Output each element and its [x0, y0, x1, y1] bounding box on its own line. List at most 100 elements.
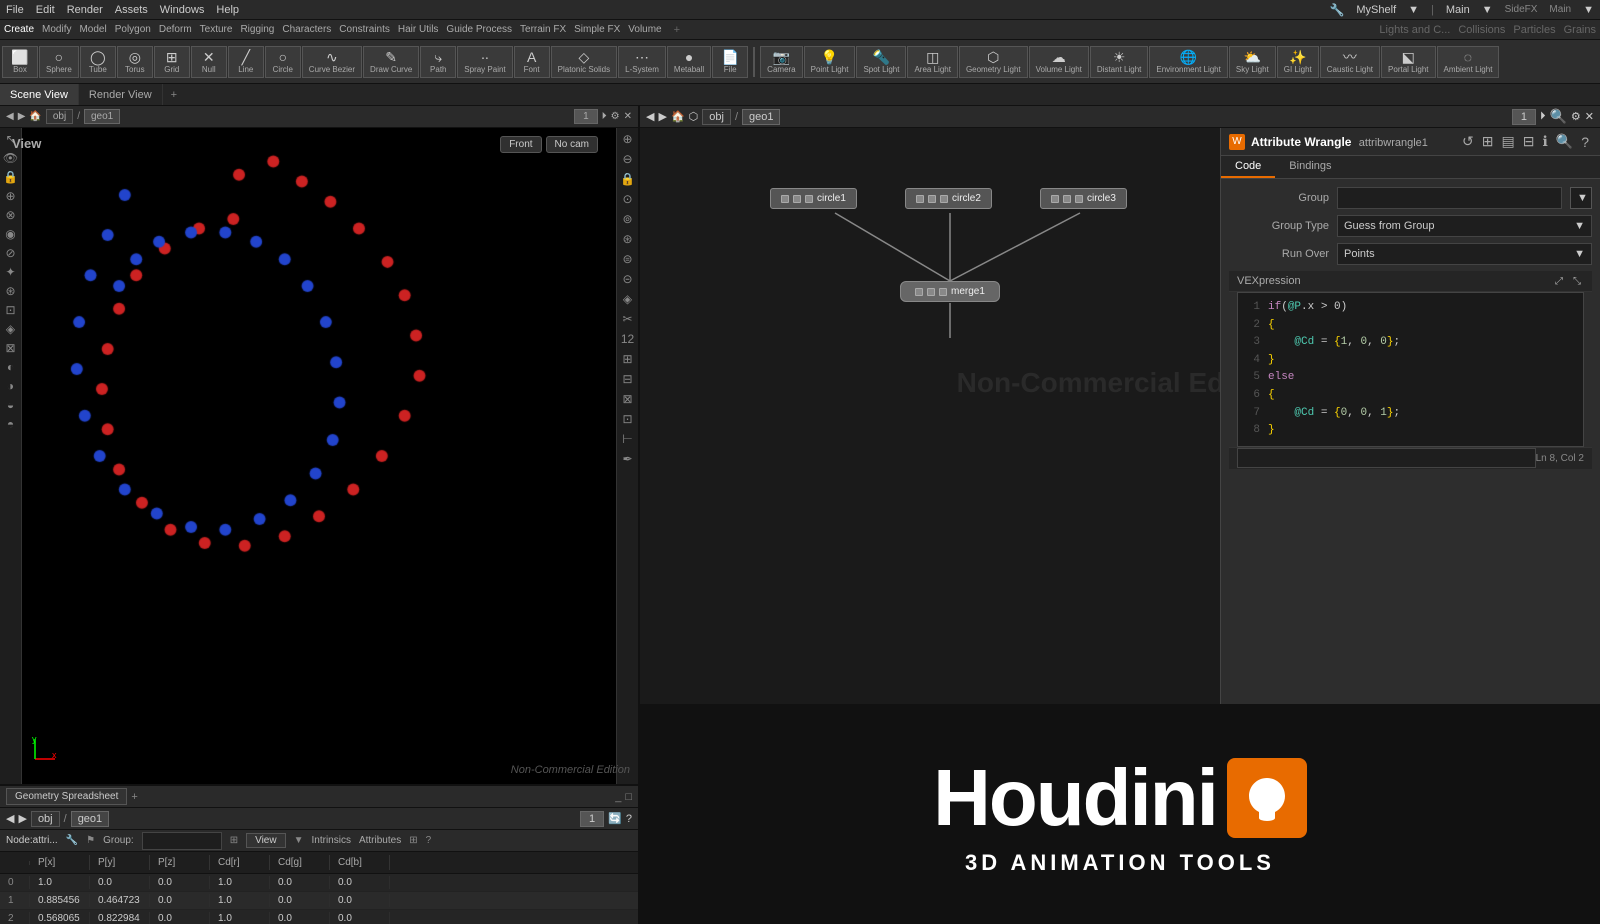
ae-tool-cols[interactable]: ▤	[1498, 133, 1517, 150]
tool-camera[interactable]: 📷Camera	[760, 46, 802, 78]
menu-assets[interactable]: Assets	[115, 4, 148, 16]
group-filter[interactable]: ⊞	[230, 835, 238, 846]
col-cg[interactable]: Cd[g]	[270, 855, 330, 870]
vp-right-t16[interactable]: ⊢	[618, 430, 638, 448]
tool-distant-light[interactable]: ☀Distant Light	[1090, 46, 1148, 78]
shelf-tab-deform[interactable]: Deform	[159, 24, 192, 35]
group-dropdown-btn[interactable]: ▼	[1570, 187, 1592, 209]
node-flag[interactable]: ⚑	[86, 835, 95, 846]
intrinsics-btn[interactable]: Intrinsics	[312, 835, 351, 846]
vp-close-btn[interactable]: ✕	[624, 111, 632, 122]
spread-min-btn[interactable]: _	[615, 791, 621, 803]
ae-tool-reset[interactable]: ↺	[1459, 133, 1477, 150]
vex-status-input[interactable]	[1237, 448, 1536, 468]
attr-help[interactable]: ?	[426, 835, 432, 846]
tool-path[interactable]: ⤷Path	[420, 46, 456, 78]
vp-right-t2[interactable]: ⊖	[618, 150, 638, 168]
spread-help[interactable]: ?	[626, 813, 632, 825]
tool-caustic-light[interactable]: 〰Caustic Light	[1320, 46, 1380, 78]
menu-windows[interactable]: Windows	[160, 4, 205, 16]
tab-scene-view[interactable]: Scene View	[0, 84, 79, 105]
group-input[interactable]	[142, 832, 222, 850]
ae-tool-help[interactable]: ?	[1578, 134, 1592, 150]
shelf-tab-model[interactable]: Model	[79, 24, 106, 35]
attr-tab-bindings[interactable]: Bindings	[1275, 156, 1345, 178]
vp-right-t8[interactable]: ⊝	[618, 270, 638, 288]
vp-forward-btn[interactable]: ▶	[18, 111, 26, 122]
ne-back[interactable]: ◀	[646, 110, 654, 123]
vp-play-btn[interactable]: ⏵	[602, 111, 607, 122]
tool-spot-light[interactable]: 🔦Spot Light	[856, 46, 906, 78]
tab-render-view[interactable]: Render View	[79, 84, 163, 105]
tool-line[interactable]: ╱Line	[228, 46, 264, 78]
vp-right-t13[interactable]: ⊟	[618, 370, 638, 388]
tool-tube[interactable]: ◯Tube	[80, 46, 116, 78]
node-circle3[interactable]: circle3	[1040, 188, 1127, 209]
spreadsheet-tab[interactable]: Geometry Spreadsheet	[6, 788, 127, 805]
vp-home-btn[interactable]: 🏠	[29, 111, 41, 122]
group-type-field[interactable]: Guess from Group ▼	[1337, 215, 1592, 237]
tool-area-light[interactable]: ◫Area Light	[907, 46, 957, 78]
vp-right-t11[interactable]: 12	[618, 330, 638, 348]
shelf-tab-rigging[interactable]: Rigging	[240, 24, 274, 35]
vp-tool-r9[interactable]: ⊠	[1, 339, 21, 357]
group-field[interactable]	[1337, 187, 1562, 209]
vp-right-t9[interactable]: ◈	[618, 290, 638, 308]
tool-portal-light[interactable]: ⬕Portal Light	[1381, 46, 1435, 78]
vp-tool-view[interactable]: 👁	[1, 149, 21, 167]
shelf-tab-guide[interactable]: Guide Process	[446, 24, 512, 35]
tool-sky-light[interactable]: ⛅Sky Light	[1229, 46, 1276, 78]
shelf-tab-characters[interactable]: Characters	[282, 24, 331, 35]
ne-close[interactable]: ✕	[1585, 110, 1594, 123]
vp-tool-r11[interactable]: ◑	[1, 377, 21, 395]
tab-add-button[interactable]: +	[163, 84, 185, 105]
tool-torus[interactable]: ◎Torus	[117, 46, 153, 78]
shelf-tab-texture[interactable]: Texture	[200, 24, 233, 35]
ne-options[interactable]: ⚙	[1571, 110, 1581, 123]
ae-tool-search[interactable]: 🔍	[1553, 133, 1576, 150]
shelf-tab-create[interactable]: Create	[4, 24, 34, 35]
vp-right-t6[interactable]: ⊛	[618, 230, 638, 248]
vp-right-t4[interactable]: ⊙	[618, 190, 638, 208]
shelf-tab-terrain[interactable]: Terrain FX	[520, 24, 566, 35]
tool-platonic[interactable]: ◇Platonic Solids	[551, 46, 617, 78]
vp-tool-r4[interactable]: ⊘	[1, 244, 21, 262]
vp-tool-r13[interactable]: ◓	[1, 415, 21, 433]
tool-font[interactable]: AFont	[514, 46, 550, 78]
vp-right-t1[interactable]: ⊕	[618, 130, 638, 148]
node-circle2[interactable]: circle2	[905, 188, 992, 209]
tool-circle[interactable]: ○Circle	[265, 46, 301, 78]
vp-tool-r7[interactable]: ⊡	[1, 301, 21, 319]
tool-ambient-light[interactable]: ◌Ambient Light	[1437, 46, 1500, 78]
tool-sphere[interactable]: ○Sphere	[39, 46, 79, 78]
col-pz[interactable]: P[z]	[150, 855, 210, 870]
spread-geo1[interactable]: geo1	[71, 811, 109, 827]
vp-tool-r6[interactable]: ⊛	[1, 282, 21, 300]
menu-render[interactable]: Render	[67, 4, 103, 16]
shelf-tab-simplefx[interactable]: Simple FX	[574, 24, 620, 35]
vex-expand-btn[interactable]: ⤢	[1552, 276, 1566, 287]
menu-file[interactable]: File	[6, 4, 24, 16]
tool-volume-light[interactable]: ☁Volume Light	[1029, 46, 1089, 78]
ne-geo1[interactable]: geo1	[742, 109, 780, 125]
col-cb[interactable]: Cd[b]	[330, 855, 390, 870]
vp-tool-r1[interactable]: ⊕	[1, 187, 21, 205]
tool-lsystem[interactable]: ⋯L-System	[618, 46, 666, 78]
ne-play[interactable]: ⏵	[1540, 110, 1546, 123]
vp-tool-r12[interactable]: ◒	[1, 396, 21, 414]
col-cr[interactable]: Cd[r]	[210, 855, 270, 870]
tool-box[interactable]: ⬜Box	[2, 46, 38, 78]
vp-right-t10[interactable]: ✂	[618, 310, 638, 328]
ae-tool-layout[interactable]: ⊞	[1479, 133, 1497, 150]
menu-help[interactable]: Help	[216, 4, 239, 16]
vex-code-editor[interactable]: 1 if(@P.x > 0) 2 { 3 @Cd = {1, 0, 0};	[1237, 292, 1584, 447]
ae-tool-info[interactable]: ℹ	[1539, 133, 1550, 150]
menu-edit[interactable]: Edit	[36, 4, 55, 16]
tool-spray[interactable]: ∙∙Spray Paint	[457, 46, 512, 78]
tool-metaball[interactable]: ●Metaball	[667, 46, 711, 78]
tool-point-light[interactable]: 💡Point Light	[804, 46, 856, 78]
col-py[interactable]: P[y]	[90, 855, 150, 870]
node-merge1[interactable]: merge1	[900, 281, 1000, 302]
col-px[interactable]: P[x]	[30, 855, 90, 870]
attributes-btn[interactable]: Attributes	[359, 835, 401, 846]
